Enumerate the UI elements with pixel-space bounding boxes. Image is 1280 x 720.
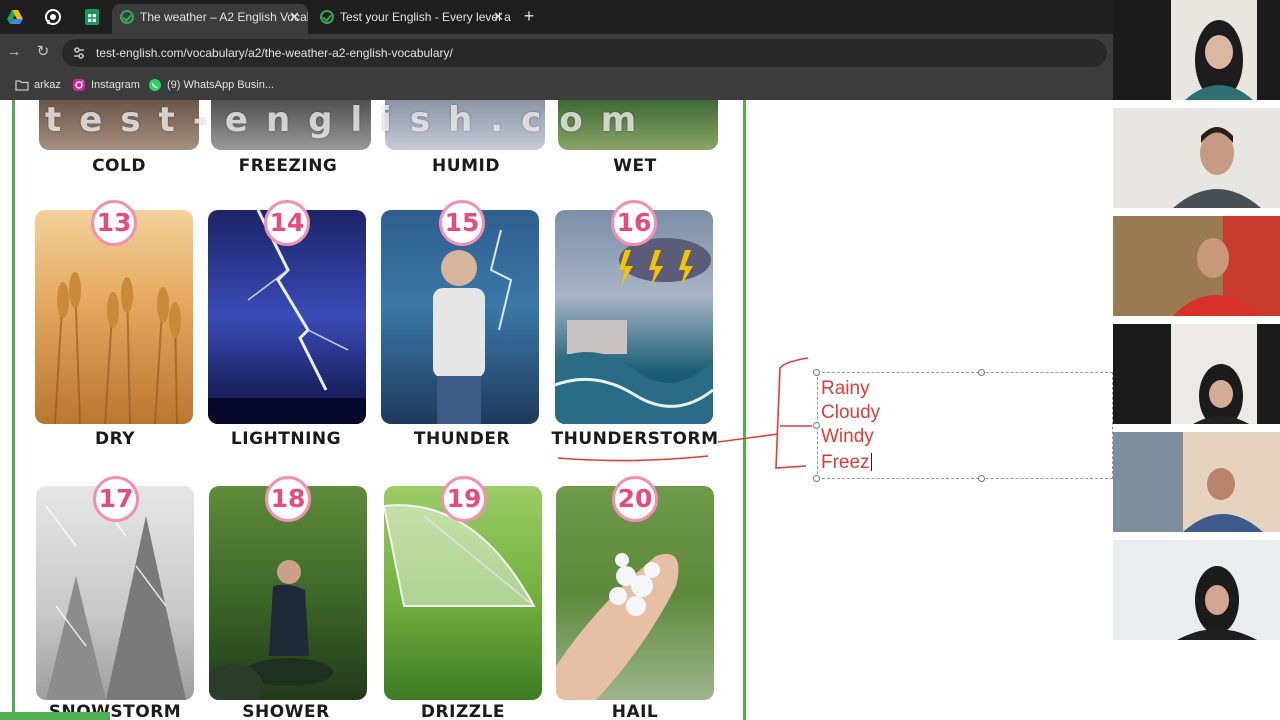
google-sheets-icon[interactable] [83, 8, 101, 26]
address-toolbar: → ↻ test-english.com/vocabulary/a2/the-w… [0, 34, 1113, 72]
word-label: COLD [92, 156, 146, 176]
participant-avatar [1113, 432, 1280, 532]
annotation-text-line: Cloudy [821, 402, 881, 423]
annotation-text: Freez [821, 452, 870, 473]
bookmark-arkaz[interactable]: arkaz [15, 72, 61, 100]
google-drive-icon[interactable] [6, 8, 24, 26]
tab-title: The weather – A2 English Vocab [140, 10, 308, 24]
participant-avatar [1171, 324, 1257, 424]
bookmark-instagram[interactable]: Instagram [72, 72, 140, 100]
participants-panel [1113, 0, 1280, 720]
number-badge: 15 [439, 200, 485, 246]
number-badge: 17 [93, 476, 139, 522]
site-info-icon[interactable] [72, 46, 86, 60]
annotation-text-line: Rainy [821, 378, 870, 399]
participant-video-tile[interactable] [1113, 540, 1280, 640]
close-tab-icon[interactable]: ✕ [289, 4, 300, 30]
word-label: THUNDER [413, 429, 511, 449]
resize-handle[interactable] [978, 369, 985, 376]
number-badge: 19 [441, 476, 487, 522]
participant-video-tile[interactable] [1113, 0, 1280, 100]
bookmark-whatsapp-business[interactable]: (9) WhatsApp Busin... [148, 72, 274, 100]
bookmark-label: arkaz [34, 79, 61, 91]
tab-title: Test your English - Every level a [340, 10, 511, 24]
annotation-text-line: Windy [821, 426, 874, 447]
participant-video-tile[interactable] [1113, 108, 1280, 208]
whatsapp-icon[interactable] [44, 8, 62, 26]
word-label: SHOWER [242, 702, 330, 720]
participant-video-tile[interactable] [1113, 216, 1280, 316]
word-label: DRIZZLE [420, 702, 506, 720]
whatsapp-icon [149, 79, 161, 91]
participant-video-tile[interactable] [1113, 432, 1280, 532]
url-text: test-english.com/vocabulary/a2/the-weath… [96, 46, 453, 60]
resize-handle[interactable] [813, 422, 820, 429]
folder-icon [15, 80, 29, 91]
word-label: HUMID [432, 156, 500, 176]
word-label: WET [613, 156, 657, 176]
tab-test-your-english[interactable]: Test your English - Every level a ✕ [312, 4, 512, 34]
bookmarks-bar: arkaz Instagram (9) WhatsApp Busin... [0, 72, 1113, 100]
new-tab-plus-icon[interactable]: + [520, 4, 538, 30]
participant-avatar [1113, 540, 1280, 640]
word-label: LIGHTNING [230, 429, 342, 449]
number-badge: 20 [612, 476, 658, 522]
participant-video-tile[interactable] [1113, 324, 1280, 424]
reload-icon[interactable]: ↻ [33, 42, 53, 62]
word-label: FREEZING [238, 156, 338, 176]
word-label: DRY [94, 429, 136, 449]
browser-tab-bar: The weather – A2 English Vocab ✕ Test yo… [0, 0, 1113, 34]
test-english-favicon-icon [320, 10, 334, 24]
pen-annotation-strokes [557, 357, 812, 469]
watermark: test-english.com [45, 100, 655, 140]
resize-handle[interactable] [813, 369, 820, 376]
participant-avatar [1113, 216, 1280, 316]
resize-handle[interactable] [978, 475, 985, 482]
instagram-icon [73, 79, 85, 91]
url-omnibox[interactable]: test-english.com/vocabulary/a2/the-weath… [62, 39, 1107, 67]
progress-bar [0, 712, 110, 720]
number-badge: 13 [91, 200, 137, 246]
number-badge: 16 [611, 200, 657, 246]
number-badge: 14 [264, 200, 310, 246]
close-tab-icon[interactable]: ✕ [493, 4, 504, 30]
participant-avatar [1173, 127, 1261, 208]
bookmark-label: (9) WhatsApp Busin... [167, 79, 274, 91]
text-caret [870, 453, 872, 471]
tab-weather-vocabulary[interactable]: The weather – A2 English Vocab ✕ [112, 4, 308, 34]
word-label: HAIL [611, 702, 659, 720]
annotation-text-line-editing[interactable]: Freez [821, 451, 872, 475]
forward-arrow-icon[interactable]: → [4, 42, 24, 62]
bookmark-label: Instagram [91, 79, 140, 91]
test-english-favicon-icon [120, 10, 134, 24]
participant-avatar [1171, 0, 1257, 100]
number-badge: 18 [265, 476, 311, 522]
resize-handle[interactable] [813, 475, 820, 482]
